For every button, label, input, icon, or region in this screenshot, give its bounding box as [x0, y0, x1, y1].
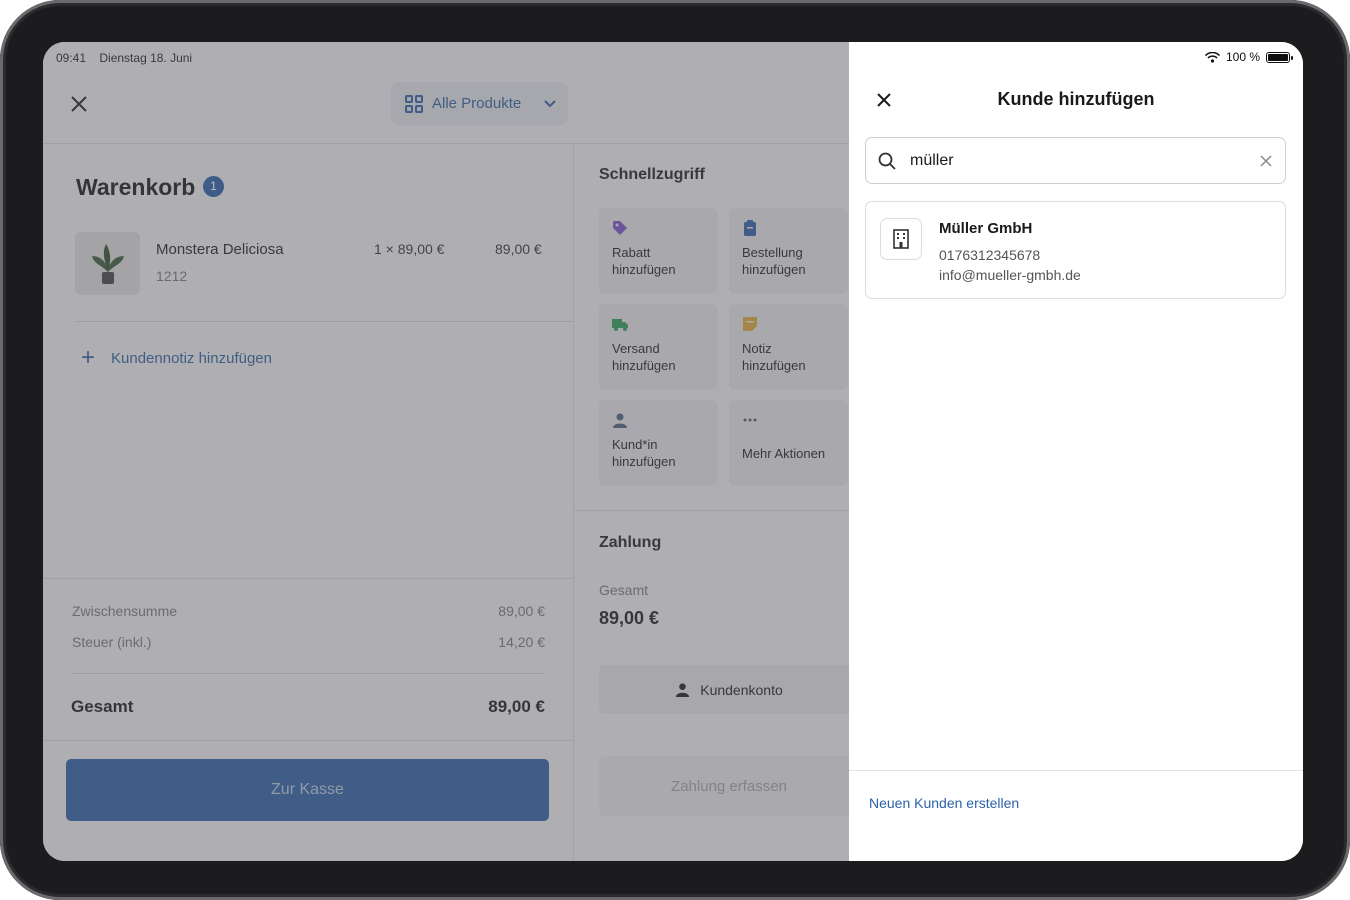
customer-search-field[interactable]	[865, 137, 1286, 184]
screen: 09:41 Dienstag 18. Juni Alle Produkte Wa…	[43, 42, 1303, 861]
building-icon	[880, 218, 922, 260]
add-customer-sheet: 100 % Kunde hinzufügen müller Müller Gmb…	[849, 42, 1303, 861]
customer-search-input[interactable]	[910, 151, 1259, 170]
search-icon	[878, 152, 896, 170]
clear-icon[interactable]	[1259, 154, 1273, 168]
tablet-frame: 09:41 Dienstag 18. Juni Alle Produkte Wa…	[0, 0, 1350, 900]
customer-result-name: Müller GmbH	[939, 220, 1033, 237]
customer-result-item[interactable]: Müller GmbH 0176312345678 info@mueller-g…	[865, 201, 1286, 299]
create-new-customer-link[interactable]: Neuen Kunden erstellen	[869, 795, 1019, 811]
wifi-icon	[1204, 51, 1220, 63]
sheet-title: Kunde hinzufügen	[997, 89, 1155, 109]
sheet-footer: Neuen Kunden erstellen	[849, 770, 1303, 861]
battery-icon	[1266, 51, 1293, 63]
status-bar-right: 100 %	[1204, 50, 1293, 64]
customer-result-phone: 0176312345678	[939, 247, 1041, 263]
customer-result-email: info@mueller-gmbh.de	[939, 267, 1081, 283]
battery-percentage: 100 %	[1225, 50, 1260, 64]
